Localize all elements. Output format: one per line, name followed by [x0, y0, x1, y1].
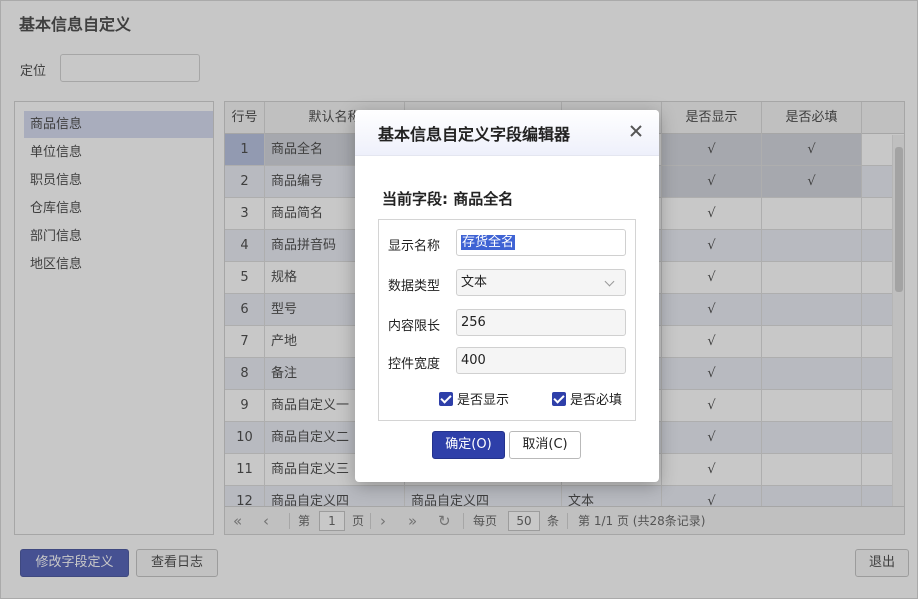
- required-checkbox[interactable]: [552, 392, 566, 406]
- length-limit-label: 内容限长: [388, 319, 441, 334]
- data-type-select[interactable]: 文本: [456, 269, 626, 296]
- current-field-heading: 当前字段: 商品全名: [382, 188, 513, 209]
- length-limit-input[interactable]: 256: [456, 309, 626, 336]
- current-field-value: 商品全名: [453, 190, 514, 208]
- show-checkbox[interactable]: [439, 392, 453, 406]
- display-name-label: 显示名称: [388, 239, 441, 254]
- chevron-down-icon: [604, 276, 615, 287]
- required-checkbox-label: 是否必填: [570, 393, 623, 408]
- close-icon[interactable]: [629, 124, 643, 138]
- dialog-header: 基本信息自定义字段编辑器: [355, 110, 659, 156]
- field-properties-box: 显示名称 存货全名 数据类型 文本 内容限长 256 控件宽度 400 是否显示…: [378, 219, 636, 421]
- current-field-label: 当前字段:: [382, 190, 448, 208]
- display-name-value: 存货全名: [461, 235, 516, 250]
- ok-button[interactable]: 确定(O): [432, 431, 505, 459]
- dialog-title: 基本信息自定义字段编辑器: [378, 125, 571, 144]
- display-name-input[interactable]: 存货全名: [456, 229, 626, 256]
- data-type-label: 数据类型: [388, 279, 441, 294]
- control-width-label: 控件宽度: [388, 357, 441, 372]
- show-checkbox-label: 是否显示: [457, 393, 510, 408]
- cancel-button[interactable]: 取消(C): [509, 431, 581, 459]
- control-width-input[interactable]: 400: [456, 347, 626, 374]
- field-editor-dialog: 基本信息自定义字段编辑器 当前字段: 商品全名 显示名称 存货全名 数据类型 文…: [355, 110, 659, 482]
- data-type-value: 文本: [461, 275, 488, 290]
